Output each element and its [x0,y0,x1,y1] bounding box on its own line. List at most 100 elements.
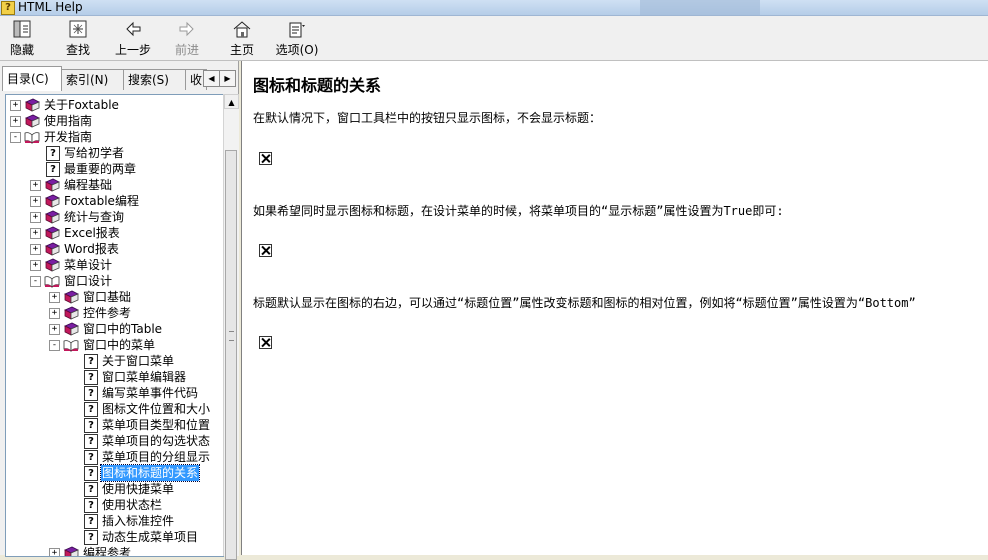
book-closed-icon [63,305,79,321]
options-button[interactable]: 选项(O) [275,19,319,59]
topic-page-icon: ? [82,385,98,401]
broken-image-icon [259,336,272,349]
book-closed-icon [24,113,40,129]
book-open-icon [63,337,79,353]
topic-page-icon: ? [82,449,98,465]
expand-icon[interactable]: + [30,212,41,223]
book-open-icon [44,273,60,289]
topic-content: 图标和标题的关系 在默认情况下，窗口工具栏中的按钮只显示图标，不会显示标题： 如… [241,61,988,555]
tree-item-label: 菜单设计 [64,258,113,272]
topic-page-icon: ? [82,465,98,481]
tree-item-label: 编程参考 [83,546,132,557]
tab-scroll-left-icon[interactable]: ◀ [203,70,220,87]
broken-image-icon [259,152,272,165]
tree-item-label: 开发指南 [44,130,93,144]
tree-item-label: 控件参考 [83,306,132,320]
book-open-icon [24,129,40,145]
forward-button[interactable]: 前进 [172,19,202,59]
collapse-icon[interactable]: - [30,276,41,287]
tree-item-label: 插入标准控件 [102,514,175,528]
tree-item-label: 窗口基础 [83,290,132,304]
tab-scroll-right-icon[interactable]: ▶ [219,70,236,87]
topic-page-icon: ? [44,145,60,161]
tree-item-label: 使用状态栏 [102,498,163,512]
tree-item-label: 菜单项目的分组显示 [102,450,211,464]
book-closed-icon [44,225,60,241]
expand-icon[interactable]: + [30,180,41,191]
tree-item-label: 菜单项目的勾选状态 [102,434,211,448]
collapse-icon[interactable]: - [49,340,60,351]
locate-label: 查找 [65,43,90,57]
tree-item-label: 窗口菜单编辑器 [102,370,187,384]
tree-item-label: 使用快捷菜单 [102,482,175,496]
expand-icon[interactable]: + [30,260,41,271]
tab-search[interactable]: 搜索(S) [123,69,186,90]
book-closed-icon [24,97,40,113]
tree-item-label: 编程基础 [64,178,113,192]
expand-icon[interactable]: + [30,244,41,255]
tree-item-label: 窗口中的Table [83,322,163,336]
topic-title: 图标和标题的关系 [253,76,382,95]
tree-item-label: Foxtable编程 [64,194,139,208]
book-closed-icon [44,257,60,273]
nav-tabs: 目录(C) 索引(N) 搜索(S) 收 ◀ ▶ [2,66,236,92]
tree-item-label: 动态生成菜单项目 [102,530,199,544]
tree-item-label: Excel报表 [64,226,120,240]
tree-item-label: 关于Foxtable [44,98,119,112]
tree-item-label: 使用指南 [44,114,93,128]
topic-page-icon: ? [82,369,98,385]
contents-tree-frame: + 关于Foxtable + 使用指南 - 开发指南? 写给初学者? 最重要的两章 + 编程基础 +… [5,94,224,557]
topic-page-icon: ? [82,353,98,369]
tree-item-label: 图标文件位置和大小 [102,402,211,416]
expand-icon[interactable]: + [10,100,21,111]
options-label: 选项(O) [275,43,319,57]
topic-page-icon: ? [82,401,98,417]
tree-item-label: 窗口中的菜单 [83,338,156,352]
topic-page-icon: ? [82,433,98,449]
home-icon [233,21,251,38]
title-bar[interactable]: ? HTML Help [0,0,988,16]
book-closed-icon [63,321,79,337]
tree-item-label: 图标和标题的关系 [99,464,201,482]
scroll-thumb[interactable] [225,150,237,560]
forward-label: 前进 [174,43,199,57]
expand-icon[interactable]: + [10,116,21,127]
back-arrow-icon [126,21,141,37]
topic-paragraph-2: 如果希望同时显示图标和标题，在设计菜单的时候，将菜单项目的“显示标题”属性设置为… [253,204,784,218]
book-closed-icon [44,241,60,257]
scroll-up-icon[interactable]: ▲ [224,94,239,109]
title-bar-background-window [640,0,760,15]
topic-paragraph-1: 在默认情况下，窗口工具栏中的按钮只显示图标，不会显示标题： [253,111,602,125]
topic-paragraph-3: 标题默认显示在图标的右边，可以通过“标题位置”属性改变标题和图标的相对位置，例如… [253,296,916,310]
tab-index[interactable]: 索引(N) [61,69,124,90]
tree-scrollbar[interactable]: ▲ [223,94,239,560]
back-button[interactable]: 上一步 [113,19,153,59]
book-closed-icon [44,193,60,209]
tree-item-label: 统计与查询 [64,210,125,224]
back-label: 上一步 [114,43,151,57]
hide-pane-icon [13,20,31,38]
topic-page-icon: ? [82,481,98,497]
book-closed-icon [63,545,79,556]
expand-icon[interactable]: + [49,548,60,556]
scroll-grip-icon [229,331,234,341]
expand-icon[interactable]: + [49,308,60,319]
topic-page-icon: ? [82,417,98,433]
tree-item-label: 编写菜单事件代码 [102,386,199,400]
expand-icon[interactable]: + [49,292,60,303]
tab-contents[interactable]: 目录(C) [2,66,62,91]
expand-icon[interactable]: + [30,228,41,239]
expand-icon[interactable]: + [30,196,41,207]
home-button[interactable]: 主页 [228,19,256,59]
options-icon [289,22,305,38]
locate-button[interactable]: 查找 [64,19,92,59]
collapse-icon[interactable]: - [10,132,21,143]
expand-icon[interactable]: + [49,324,60,335]
tree-item-label: 写给初学者 [64,146,125,160]
tree-item-label: 菜单项目类型和位置 [102,418,211,432]
hide-button[interactable]: 隐藏 [8,19,36,59]
tree-item-label: 窗口设计 [64,274,113,288]
locate-icon [69,20,87,38]
topic-page-icon: ? [82,513,98,529]
tree-item-label: Word报表 [64,242,119,256]
